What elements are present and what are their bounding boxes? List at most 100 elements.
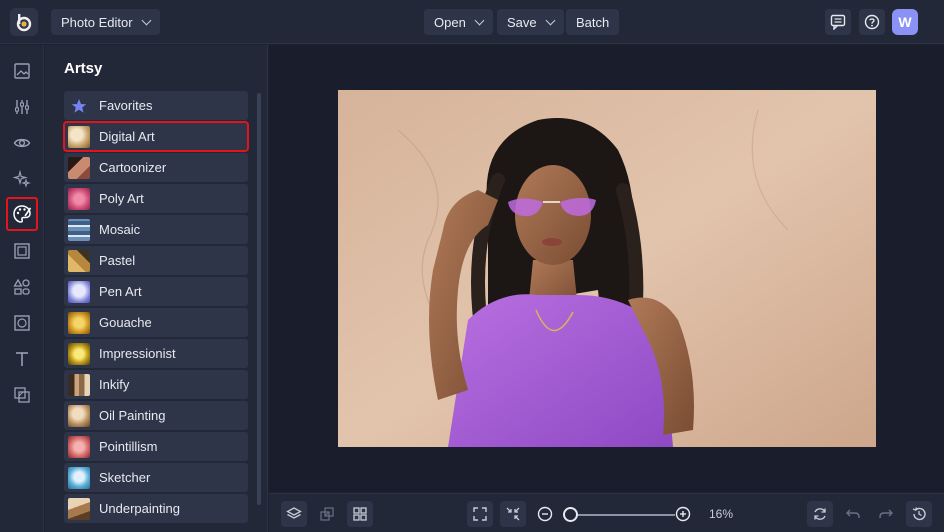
redo-icon: [879, 509, 893, 518]
effect-thumbnail: [68, 466, 90, 489]
effect-thumbnail: [68, 125, 90, 148]
effect-item-favorites[interactable]: Favorites: [64, 91, 248, 120]
batch-button[interactable]: Batch: [566, 9, 620, 35]
rail-item-overlays[interactable]: [8, 381, 36, 409]
save-label: Save: [507, 14, 537, 30]
rail-item-text[interactable]: [8, 345, 36, 373]
zoom-slider-handle[interactable]: [563, 507, 578, 522]
effect-thumbnail: [68, 404, 90, 427]
grid-button[interactable]: [347, 501, 373, 527]
feedback-button[interactable]: [825, 9, 851, 35]
effect-item-pen-art[interactable]: Pen Art: [64, 277, 248, 306]
logo-icon: [16, 14, 32, 32]
effect-label: Pastel: [99, 253, 136, 268]
rail-item-effects[interactable]: [8, 165, 36, 193]
effect-label: Pointillism: [99, 439, 158, 454]
rail-item-view[interactable]: [8, 129, 36, 157]
rail-item-graphics[interactable]: [8, 273, 36, 301]
effect-label: Impressionist: [99, 346, 176, 361]
effect-thumbnail: [68, 218, 90, 241]
open-label: Open: [434, 14, 466, 30]
grid-icon: [353, 507, 367, 521]
effect-thumbnail: [68, 373, 90, 396]
effect-label: Sketcher: [99, 470, 151, 485]
comment-icon: [830, 14, 846, 30]
tool-rail: [0, 45, 44, 532]
expand-icon: [473, 507, 487, 521]
star-icon: [68, 95, 90, 117]
panel-title: Artsy: [64, 60, 103, 77]
effect-item-oil-painting[interactable]: Oil Painting: [64, 401, 248, 430]
effect-label: Inkify: [99, 377, 130, 392]
zoom-slider-track[interactable]: [571, 514, 675, 516]
compare-button[interactable]: [314, 501, 340, 527]
zoom-in-button[interactable]: [670, 501, 696, 527]
effect-thumbnail: [68, 156, 90, 179]
effect-thumbnail: [68, 311, 90, 334]
effects-panel: Artsy Favorites Digital Art Cartoonizer …: [45, 45, 268, 532]
rail-item-artsy[interactable]: [6, 197, 38, 231]
reset-button[interactable]: [807, 501, 833, 527]
undo-button[interactable]: [840, 501, 866, 527]
effect-item-sketcher[interactable]: Sketcher: [64, 463, 248, 492]
effect-item-poly-art[interactable]: Poly Art: [64, 184, 248, 213]
photo-editor-app: Photo Editor Open Save Batch W Artsy Fav…: [0, 0, 944, 532]
shrink-icon: [506, 507, 520, 521]
palette-icon: [13, 205, 32, 223]
chevron-down-icon: [141, 15, 151, 25]
effect-label: Gouache: [99, 315, 152, 330]
app-menu-label: Photo Editor: [61, 14, 133, 30]
effect-thumbnail: [68, 497, 90, 520]
image-icon: [14, 63, 30, 79]
rail-item-adjust[interactable]: [8, 93, 36, 121]
app-logo[interactable]: [10, 8, 38, 36]
effect-item-inkify[interactable]: Inkify: [64, 370, 248, 399]
overlay-icon: [14, 387, 30, 403]
effect-thumbnail: [68, 342, 90, 365]
canvas-area: [269, 45, 944, 492]
effect-label: Poly Art: [99, 191, 144, 206]
compare-icon: [320, 507, 334, 521]
effect-item-digital-art[interactable]: Digital Art: [63, 121, 249, 152]
eye-icon: [13, 138, 31, 148]
sliders-icon: [15, 100, 29, 114]
effect-item-cartoonizer[interactable]: Cartoonizer: [64, 153, 248, 182]
save-button[interactable]: Save: [497, 9, 564, 35]
rail-item-textures[interactable]: [8, 309, 36, 337]
effect-item-gouache[interactable]: Gouache: [64, 308, 248, 337]
effect-item-mosaic[interactable]: Mosaic: [64, 215, 248, 244]
layers-button[interactable]: [281, 501, 307, 527]
app-menu-button[interactable]: Photo Editor: [51, 9, 160, 35]
effect-label: Favorites: [99, 98, 153, 113]
open-button[interactable]: Open: [424, 9, 493, 35]
sparkle-icon: [13, 170, 31, 188]
zoom-out-button[interactable]: [532, 501, 558, 527]
history-button[interactable]: [906, 501, 932, 527]
effect-thumbnail: [68, 187, 90, 210]
rail-item-frames[interactable]: [8, 237, 36, 265]
avatar[interactable]: W: [892, 9, 918, 35]
effect-thumbnail: [68, 280, 90, 303]
effect-thumbnail: [68, 435, 90, 458]
chevron-down-icon: [545, 15, 556, 25]
undo-icon: [846, 509, 860, 518]
photo-canvas[interactable]: [338, 90, 876, 447]
effect-label: Mosaic: [99, 222, 141, 237]
refresh-icon: [814, 508, 826, 520]
zoom-out-icon: [537, 506, 553, 522]
layers-icon: [286, 507, 302, 519]
effect-item-pointillism[interactable]: Pointillism: [64, 432, 248, 461]
fit-screen-button[interactable]: [467, 501, 493, 527]
help-button[interactable]: [859, 9, 885, 35]
effect-label: Digital Art: [99, 129, 155, 144]
effect-item-impressionist[interactable]: Impressionist: [64, 339, 248, 368]
actual-size-button[interactable]: [500, 501, 526, 527]
redo-button[interactable]: [873, 501, 899, 527]
help-icon: [864, 14, 880, 30]
rail-item-image[interactable]: [8, 57, 36, 85]
effect-item-underpainting[interactable]: Underpainting: [64, 494, 248, 523]
effect-label: Oil Painting: [99, 408, 166, 423]
effect-item-pastel[interactable]: Pastel: [64, 246, 248, 275]
panel-scrollbar[interactable]: [257, 93, 261, 505]
zoom-level: 16%: [709, 507, 734, 521]
